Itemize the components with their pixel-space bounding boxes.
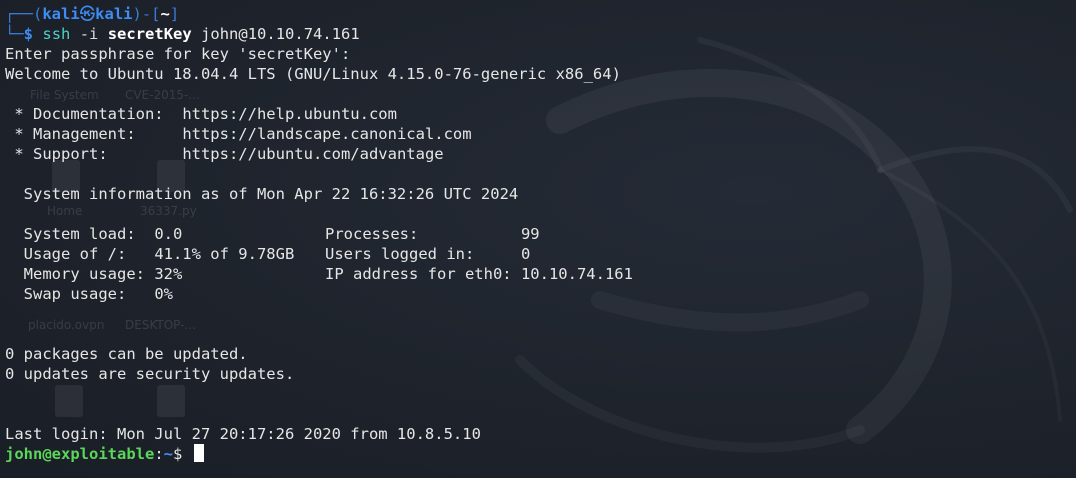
stat-label: IP address for eth0: bbox=[325, 265, 521, 283]
packages-message: 0 packages can be updated. bbox=[5, 345, 248, 363]
stats-row-4: Swap usage: 0% bbox=[5, 284, 1076, 304]
link-label: * Support: bbox=[5, 145, 183, 163]
stat-ip: IP address for eth0: 10.10.74.161 bbox=[325, 265, 633, 283]
stat-label: Users logged in: bbox=[325, 245, 521, 263]
terminal-output: ┌──(kali㉿kali)-[~] └─$ ssh -i secretKey … bbox=[5, 4, 1076, 464]
remote-path: ~ bbox=[163, 445, 173, 463]
stat-processes: Processes: 99 bbox=[325, 225, 540, 243]
passphrase-prompt: Enter passphrase for key 'secretKey': bbox=[5, 45, 351, 63]
remote-dollar: $ bbox=[173, 445, 192, 463]
stat-label: Swap usage: bbox=[5, 285, 155, 303]
command-target: john@10.10.74.161 bbox=[201, 25, 360, 43]
stat-system-load: System load: 0.0 bbox=[5, 224, 325, 244]
prompt-frame: ┌──( bbox=[5, 5, 43, 23]
stat-label: Usage of /: bbox=[5, 245, 155, 263]
stat-value: 32% bbox=[154, 265, 183, 283]
welcome-message: Welcome to Ubuntu 18.04.4 LTS (GNU/Linux… bbox=[5, 65, 621, 83]
link-support: * Support: https://ubuntu.com/advantage bbox=[5, 144, 1076, 164]
stat-label: System load: bbox=[5, 225, 155, 243]
security-message: 0 updates are security updates. bbox=[5, 365, 295, 383]
prompt-frame-close: ] bbox=[169, 5, 180, 23]
remote-user-host: john@exploitable bbox=[5, 445, 155, 463]
skull-icon: ㉿ bbox=[79, 5, 96, 23]
stat-value: 0 bbox=[520, 245, 531, 263]
stat-usage: Usage of /: 41.1% of 9.78GB bbox=[5, 244, 325, 264]
stats-row-2: Usage of /: 41.1% of 9.78GB Users logged … bbox=[5, 244, 1076, 264]
stat-swap: Swap usage: 0% bbox=[5, 285, 173, 303]
prompt-dir: ~ bbox=[160, 5, 170, 23]
stats-row-3: Memory usage: 32% IP address for eth0: 10… bbox=[5, 264, 1076, 284]
link-label: * Management: bbox=[5, 125, 183, 143]
local-prompt-line-1: ┌──(kali㉿kali)-[~] bbox=[5, 4, 1076, 24]
link-url[interactable]: https://ubuntu.com/advantage bbox=[182, 145, 443, 163]
command-line: └─$ ssh -i secretKey john@10.10.74.161 bbox=[5, 24, 1076, 44]
remote-colon: : bbox=[154, 445, 164, 463]
stat-value: 0% bbox=[154, 285, 173, 303]
stat-label: Processes: bbox=[325, 225, 521, 243]
remote-prompt-line[interactable]: john@exploitable:~$ bbox=[5, 444, 1076, 464]
terminal-window[interactable]: File System CVE-2015-... Home 36337.py p… bbox=[0, 0, 1076, 478]
link-management: * Management: https://landscape.canonica… bbox=[5, 124, 1076, 144]
prompt-frame-mid: )-[ bbox=[132, 5, 161, 23]
prompt-dollar: $ bbox=[23, 25, 34, 43]
stat-value: 41.1% of 9.78GB bbox=[154, 245, 295, 263]
prompt-frame-bottom: └─ bbox=[5, 25, 24, 43]
link-url[interactable]: https://help.ubuntu.com bbox=[182, 105, 397, 123]
prompt-user: kali bbox=[42, 5, 80, 23]
link-label: * Documentation: bbox=[5, 105, 183, 123]
link-documentation: * Documentation: https://help.ubuntu.com bbox=[5, 104, 1076, 124]
command-key: secretKey bbox=[107, 25, 192, 43]
stat-value: 0.0 bbox=[154, 225, 183, 243]
stat-memory: Memory usage: 32% bbox=[5, 264, 325, 284]
text-cursor[interactable] bbox=[193, 444, 204, 462]
stat-value: 10.10.74.161 bbox=[520, 265, 633, 283]
sysinfo-header: System information as of Mon Apr 22 16:3… bbox=[5, 185, 519, 203]
stat-value: 99 bbox=[520, 225, 540, 243]
command-name: ssh bbox=[42, 25, 71, 43]
command-flag: -i bbox=[79, 25, 99, 43]
last-login-message: Last login: Mon Jul 27 20:17:26 2020 fro… bbox=[5, 425, 481, 443]
stat-users: Users logged in: 0 bbox=[325, 245, 530, 263]
stats-row-1: System load: 0.0 Processes: 99 bbox=[5, 224, 1076, 244]
link-url[interactable]: https://landscape.canonical.com bbox=[182, 125, 471, 143]
stat-label: Memory usage: bbox=[5, 265, 155, 283]
prompt-host: kali bbox=[95, 5, 133, 23]
